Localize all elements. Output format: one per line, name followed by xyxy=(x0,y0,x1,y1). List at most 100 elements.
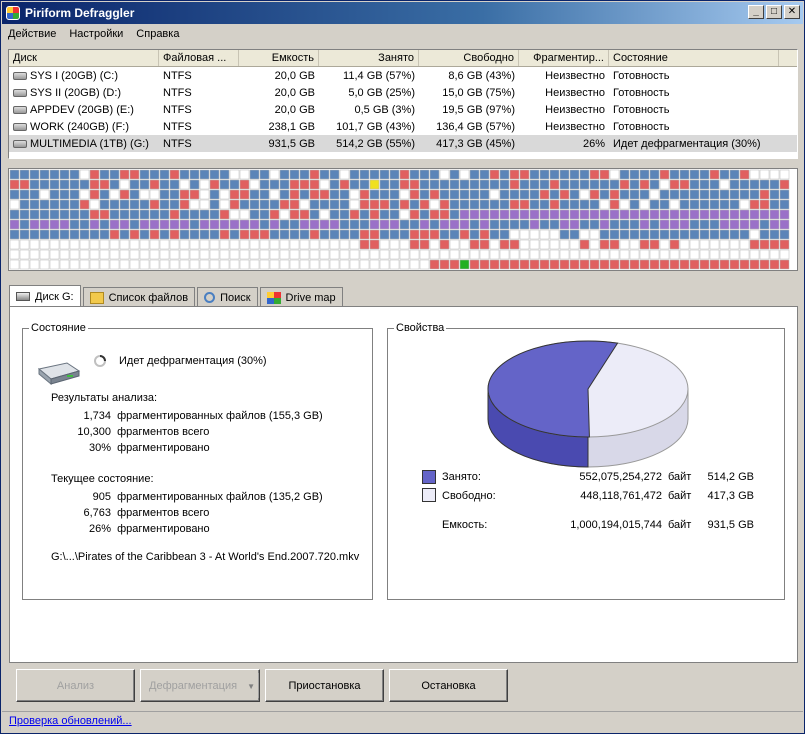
map-block xyxy=(729,239,740,250)
map-block xyxy=(759,259,770,270)
map-block xyxy=(359,249,370,260)
map-block xyxy=(369,179,380,190)
drive-row-g[interactable]: MULTIMEDIA (1TB) (G:) NTFS 931,5 GB 514,… xyxy=(9,135,797,152)
pause-button[interactable]: Приостановка xyxy=(265,669,384,702)
col-drive[interactable]: Диск xyxy=(9,50,159,66)
map-block xyxy=(119,229,130,240)
map-block xyxy=(399,199,410,210)
map-block xyxy=(289,169,300,180)
map-block xyxy=(489,259,500,270)
map-block xyxy=(9,249,20,260)
map-block xyxy=(269,199,280,210)
disk-usage-pie-chart xyxy=(487,340,689,468)
map-block xyxy=(619,169,630,180)
drive-row-c[interactable]: SYS I (20GB) (C:) NTFS 20,0 GB 11,4 GB (… xyxy=(9,67,797,84)
drive-used: 11,4 GB (57%) xyxy=(343,69,415,82)
drive-row-d[interactable]: SYS II (20GB) (D:) NTFS 20,0 GB 5,0 GB (… xyxy=(9,84,797,101)
minimize-button[interactable]: _ xyxy=(748,5,764,19)
map-block xyxy=(779,189,790,200)
map-block xyxy=(619,209,630,220)
map-block xyxy=(169,209,180,220)
map-block xyxy=(649,209,660,220)
tab-drive[interactable]: Диск G: xyxy=(9,285,81,307)
map-block xyxy=(189,209,200,220)
analysis-row: 30% фрагментировано xyxy=(88,442,210,454)
map-block xyxy=(739,239,750,250)
check-updates-link[interactable]: Проверка обновлений... xyxy=(9,715,132,727)
map-block xyxy=(69,239,80,250)
map-block xyxy=(119,179,130,190)
map-block xyxy=(449,229,460,240)
drive-row-e[interactable]: APPDEV (20GB) (E:) NTFS 20,0 GB 0,5 GB (… xyxy=(9,101,797,118)
map-block xyxy=(179,249,190,260)
maximize-button[interactable]: □ xyxy=(766,5,782,19)
map-block xyxy=(339,169,350,180)
col-capacity[interactable]: Емкость xyxy=(239,50,319,66)
map-block xyxy=(369,229,380,240)
free-label: Свободно: xyxy=(442,490,496,502)
map-block xyxy=(289,249,300,260)
map-block xyxy=(139,249,150,260)
map-block xyxy=(659,219,670,230)
col-filesystem[interactable]: Файловая ... xyxy=(159,50,239,66)
map-block xyxy=(279,259,290,270)
drive-fragmented: 26% xyxy=(582,137,605,150)
map-block xyxy=(39,259,50,270)
map-block xyxy=(459,229,470,240)
map-block xyxy=(569,169,580,180)
map-block xyxy=(379,259,390,270)
map-block xyxy=(459,239,470,250)
col-free[interactable]: Свободно xyxy=(419,50,519,66)
map-block xyxy=(289,199,300,210)
map-block xyxy=(159,249,170,260)
map-block xyxy=(769,189,780,200)
drive-block-map[interactable] xyxy=(8,168,798,271)
map-block xyxy=(639,229,650,240)
col-status[interactable]: Состояние xyxy=(609,50,779,66)
stop-button[interactable]: Остановка xyxy=(389,669,508,702)
map-block xyxy=(479,239,490,250)
map-block xyxy=(19,199,30,210)
map-block xyxy=(289,209,300,220)
col-used[interactable]: Занято xyxy=(319,50,419,66)
close-button[interactable]: ✕ xyxy=(784,5,800,19)
drive-row-f[interactable]: WORK (240GB) (F:) NTFS 238,1 GB 101,7 GB… xyxy=(9,118,797,135)
map-block xyxy=(419,169,430,180)
map-block xyxy=(679,189,690,200)
map-block xyxy=(249,189,260,200)
map-block xyxy=(69,199,80,210)
tab-file-list[interactable]: Список файлов xyxy=(82,287,196,307)
map-block xyxy=(619,259,630,270)
map-block xyxy=(119,189,130,200)
map-block xyxy=(89,209,100,220)
map-block xyxy=(609,179,620,190)
map-block xyxy=(469,169,480,180)
used-bytes: 552,075,254,272 xyxy=(579,471,662,483)
map-block xyxy=(379,189,390,200)
map-block xyxy=(49,229,60,240)
map-block xyxy=(359,179,370,190)
map-block xyxy=(579,259,590,270)
map-block xyxy=(759,209,770,220)
dropdown-arrow-icon[interactable]: ▼ xyxy=(247,682,255,691)
map-block xyxy=(119,259,130,270)
map-block xyxy=(359,189,370,200)
menu-help[interactable]: Справка xyxy=(136,28,179,40)
analyze-button[interactable]: Анализ xyxy=(16,669,135,702)
map-block xyxy=(719,209,730,220)
map-block xyxy=(719,169,730,180)
menu-action[interactable]: Действие xyxy=(8,28,56,40)
tab-search[interactable]: Поиск xyxy=(197,287,258,307)
map-block xyxy=(369,209,380,220)
col-fragmented[interactable]: Фрагментир... xyxy=(519,50,609,66)
defrag-button[interactable]: Дефрагментация ▼ xyxy=(140,669,260,702)
tab-drive-map[interactable]: Drive map xyxy=(259,287,343,307)
menu-settings[interactable]: Настройки xyxy=(69,28,123,40)
map-block xyxy=(109,209,120,220)
map-block xyxy=(679,249,690,260)
map-block xyxy=(659,179,670,190)
map-block xyxy=(189,169,200,180)
map-block xyxy=(19,189,30,200)
map-block xyxy=(389,199,400,210)
map-block xyxy=(489,199,500,210)
